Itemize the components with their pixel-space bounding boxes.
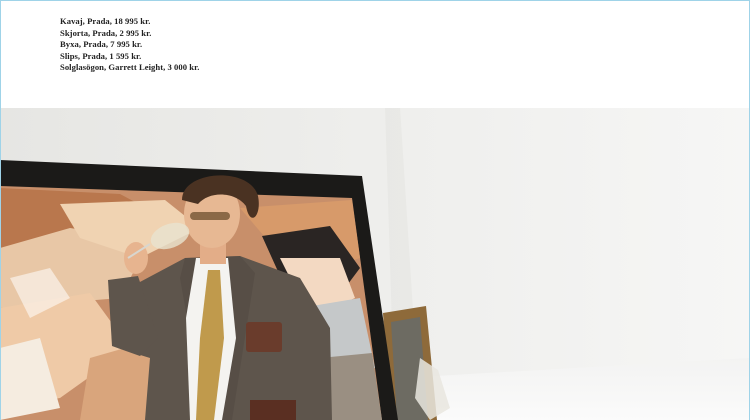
credit-line-shirt: Skjorta, Prada, 2 995 kr.	[60, 27, 152, 38]
photo-illustration	[0, 108, 750, 420]
credit-line-jacket: Kavaj, Prada, 18 995 kr.	[60, 16, 151, 26]
fashion-photograph	[0, 108, 750, 420]
product-credits: Kavaj, Prada, 18 995 kr. Skjorta, Prada,…	[60, 16, 199, 74]
credit-line-tie: Slips, Prada, 1 595 kr.	[60, 50, 142, 61]
credit-line-trousers: Byxa, Prada, 7 995 kr.	[60, 39, 143, 50]
pocket-square	[246, 322, 282, 352]
sunglasses	[190, 212, 230, 220]
credit-line-sunglasses: Solglasögon, Garrett Leight, 3 000 kr.	[60, 62, 200, 73]
